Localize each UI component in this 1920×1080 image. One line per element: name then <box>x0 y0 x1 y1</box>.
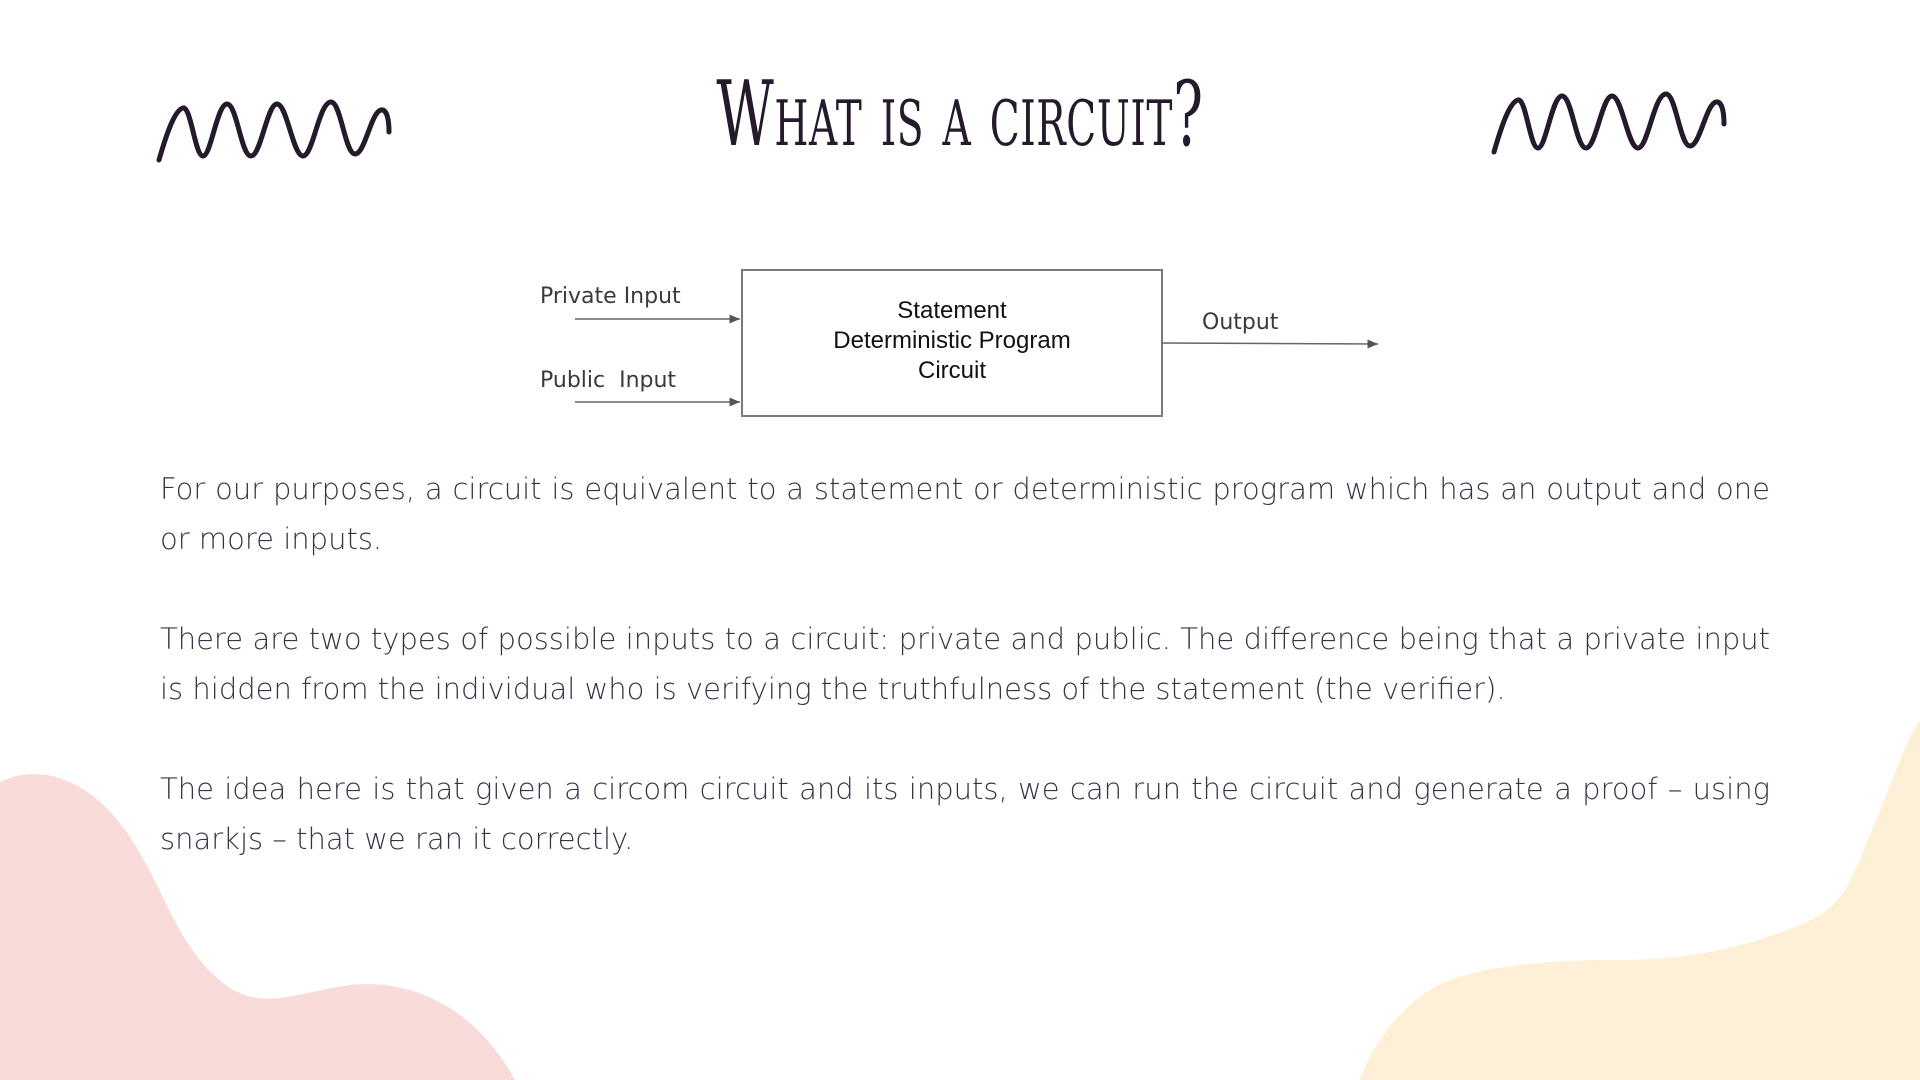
private-input-label: Private Input <box>540 284 681 309</box>
output-arrow <box>1161 339 1379 349</box>
public-input-label: Public Input <box>540 368 677 393</box>
slide: What is a circuit? Private Input Public … <box>0 0 1920 1080</box>
circuit-box-text: Statement Deterministic Program Circuit <box>742 296 1162 386</box>
circuit-box-line: Circuit <box>917 357 986 384</box>
circuit-box-line: Statement <box>897 297 1007 324</box>
paragraph-input-types: There are two types of possible inputs t… <box>160 622 1770 706</box>
paragraph-circuit-definition: For our purposes, a circuit is equivalen… <box>160 472 1770 556</box>
squiggle-icon <box>156 99 392 163</box>
output-label: Output <box>1202 310 1279 335</box>
squiggle-icon <box>1491 91 1727 155</box>
paragraph-proof-generation: The idea here is that given a circom cir… <box>160 772 1770 856</box>
circuit-box-line: Deterministic Program <box>833 327 1071 354</box>
slide-title: What is a circuit? <box>716 62 1204 167</box>
circuit-diagram: Private Input Public Input Output Statem… <box>520 258 1400 428</box>
